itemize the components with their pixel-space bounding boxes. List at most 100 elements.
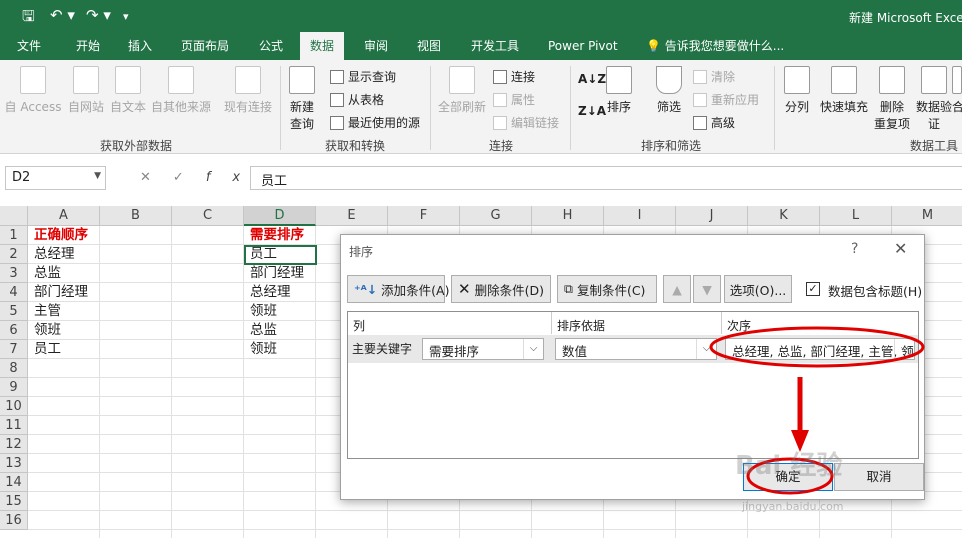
move-down-button[interactable]: ▼ [693,275,721,303]
sort-on-select[interactable]: 数值 ⌵ [555,338,717,360]
customize-toolbar-icon[interactable]: ▾ [123,10,129,23]
tell-me-search[interactable]: 💡 告诉我您想要做什么... [646,32,784,60]
cell-a5[interactable]: 主管 [28,302,61,321]
cell-a3[interactable]: 总监 [28,264,61,283]
cell-d4[interactable]: 总经理 [244,283,291,302]
row-header[interactable]: 15 [0,492,28,511]
tab-formulas[interactable]: 公式 [259,32,283,60]
tab-data[interactable]: 数据 [300,32,345,60]
row-header[interactable]: 14 [0,473,28,492]
row-header[interactable]: 3 [0,264,28,283]
row-header[interactable]: 6 [0,321,28,340]
sort-az-button[interactable]: A↓Z [578,72,606,86]
cell-d7[interactable]: 领班 [244,340,277,359]
cell-a4[interactable]: 部门经理 [28,283,88,302]
column-header[interactable]: G [460,206,532,226]
cell-a2[interactable]: 总经理 [28,245,75,264]
column-header[interactable]: A [28,206,100,226]
column-header[interactable]: J [676,206,748,226]
formula-input[interactable]: 员工 [250,166,962,190]
tab-power-pivot[interactable]: Power Pivot [548,32,618,60]
column-header[interactable]: K [748,206,820,226]
from-other-sources-button[interactable]: 自其他来源 [150,66,212,115]
column-header[interactable]: H [532,206,604,226]
new-query-button[interactable]: 新建 查询 [284,66,320,132]
tab-insert[interactable]: 插入 [128,32,152,60]
add-level-button[interactable]: ⁺ᴬ↓ 添加条件(A) [347,275,449,303]
close-icon[interactable]: ✕ [894,239,907,258]
refresh-all-button[interactable]: 全部刷新 [436,66,488,115]
save-icon[interactable]: 🖫 [22,6,35,31]
column-header[interactable]: C [172,206,244,226]
copy-level-button[interactable]: ⧉ 复制条件(C) [557,275,657,303]
row-header[interactable]: 13 [0,454,28,473]
sort-level-row[interactable]: 主要关键字 需要排序 ⌵ 数值 ⌵ 总经理, 总监, 部门经理, 主管, 领 ⌵ [348,335,918,363]
column-header[interactable]: F [388,206,460,226]
cell-d3[interactable]: 部门经理 [244,264,304,283]
from-access-button[interactable]: 自 Access [4,66,62,115]
help-icon[interactable]: ? [851,241,858,257]
tab-home[interactable]: 开始 [76,32,100,60]
remove-duplicates-button[interactable]: 删除 重复项 [872,66,912,132]
row-header[interactable]: 1 [0,226,28,245]
tab-developer[interactable]: 开发工具 [471,32,519,60]
column-header[interactable]: B [100,206,172,226]
text-to-columns-button[interactable]: 分列 [780,66,814,115]
column-header[interactable]: M [892,206,962,226]
row-header[interactable]: 7 [0,340,28,359]
cell-a7[interactable]: 员工 [28,340,61,359]
move-up-button[interactable]: ▲ [663,275,691,303]
tab-view[interactable]: 视图 [417,32,441,60]
flash-fill-button[interactable]: 快速填充 [818,66,870,115]
row-header[interactable]: 16 [0,511,28,530]
select-all-corner[interactable] [0,206,28,226]
row-header[interactable]: 11 [0,416,28,435]
has-headers-checkbox[interactable]: ✓ [806,282,820,296]
row-header[interactable]: 4 [0,283,28,302]
clear-filter-button[interactable]: 清除 [693,68,735,85]
delete-level-button[interactable]: ✕ 删除条件(D) [451,275,551,303]
advanced-filter-button[interactable]: 高级 [693,114,735,131]
tab-page-layout[interactable]: 页面布局 [181,32,229,60]
row-header[interactable]: 8 [0,359,28,378]
sort-za-button[interactable]: Z↓A [578,104,606,118]
row-header[interactable]: 9 [0,378,28,397]
row-header[interactable]: 10 [0,397,28,416]
column-header[interactable]: E [316,206,388,226]
tab-review[interactable]: 审阅 [364,32,388,60]
sort-button[interactable]: 排序 [604,66,634,115]
from-table-button[interactable]: 从表格 [330,91,384,108]
consolidate-button[interactable]: 合 [952,66,962,115]
order-select[interactable]: 总经理, 总监, 部门经理, 主管, 领 ⌵ [725,338,915,360]
options-button[interactable]: 选项(O)... [724,275,792,303]
edit-links-button[interactable]: 编辑链接 [493,114,559,131]
row-header[interactable]: 12 [0,435,28,454]
enter-icon[interactable]: ✓ [173,170,206,185]
filter-button[interactable]: 筛选 [654,66,684,115]
show-queries-button[interactable]: 显示查询 [330,68,396,85]
cancel-icon[interactable]: ✕ [140,170,173,185]
column-header[interactable]: I [604,206,676,226]
properties-button[interactable]: 属性 [493,91,535,108]
data-validation-button[interactable]: 数据验证 [914,66,954,132]
column-header[interactable]: D [244,206,316,226]
redo-icon[interactable]: ↷ ▾ [86,6,111,24]
undo-icon[interactable]: ↶ ▾ [50,6,75,24]
reapply-button[interactable]: 重新应用 [693,91,759,108]
row-header[interactable]: 5 [0,302,28,321]
cell-d6[interactable]: 总监 [244,321,277,340]
from-text-button[interactable]: 自文本 [108,66,148,115]
cell-a1[interactable]: 正确顺序 [28,226,88,245]
cell-a6[interactable]: 领班 [28,321,61,340]
cell-d5[interactable]: 领班 [244,302,277,321]
cancel-button[interactable]: 取消 [834,463,924,491]
from-web-button[interactable]: 自网站 [64,66,108,115]
sort-column-select[interactable]: 需要排序 ⌵ [422,338,544,360]
name-box[interactable]: D2 ▼ [5,166,106,190]
existing-connections-button[interactable]: 现有连接 [222,66,274,115]
row-header[interactable]: 2 [0,245,28,264]
tab-file[interactable]: 文件 [17,32,41,60]
column-header[interactable]: L [820,206,892,226]
recent-sources-button[interactable]: 最近使用的源 [330,114,420,131]
connections-button[interactable]: 连接 [493,68,535,85]
